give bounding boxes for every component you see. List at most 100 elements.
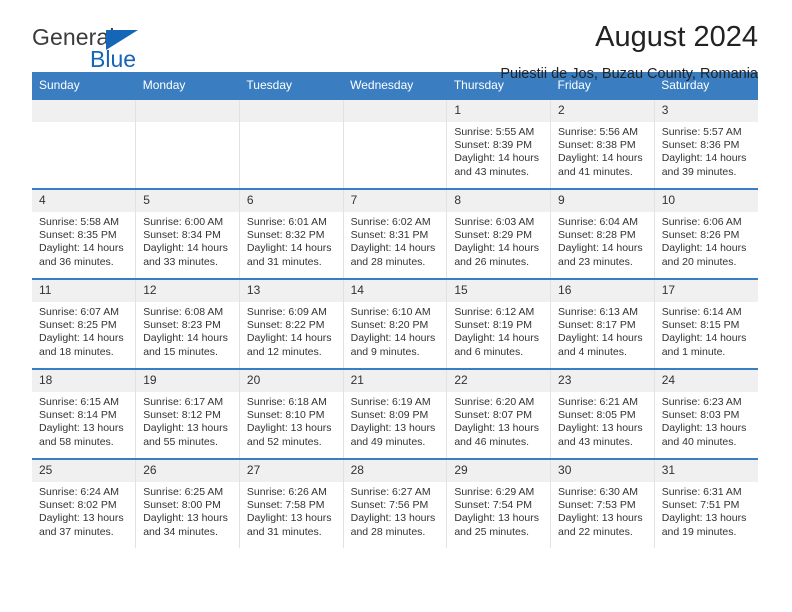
calendar-day-cell[interactable]: 7 Sunrise: 6:02 AM Sunset: 8:31 PM Daylight… bbox=[343, 188, 448, 279]
daylight-text-line1: Daylight: 14 hours bbox=[39, 242, 124, 255]
daylight-text-line1: Daylight: 13 hours bbox=[661, 422, 747, 435]
day-cell-content: 11 Sunrise: 6:07 AM Sunset: 8:25 PM Dayligh… bbox=[32, 280, 136, 368]
daylight-text-line2: and 9 minutes. bbox=[350, 345, 420, 358]
calendar-day-cell[interactable] bbox=[343, 98, 448, 189]
daylight-text-line1: Daylight: 14 hours bbox=[454, 242, 539, 255]
calendar-day-cell[interactable]: 2 Sunrise: 5:56 AM Sunset: 8:38 PM Daylight… bbox=[550, 98, 655, 189]
day-details: Sunrise: 6:23 AM Sunset: 8:03 PM Daylight:… bbox=[655, 392, 758, 449]
day-number: 29 bbox=[447, 460, 551, 482]
day-number: 10 bbox=[654, 190, 758, 212]
calendar-day-cell[interactable]: 11 Sunrise: 6:07 AM Sunset: 8:25 PM Dayligh… bbox=[32, 278, 137, 369]
calendar-day-cell[interactable]: 25 Sunrise: 6:24 AM Sunset: 8:02 PM Dayligh… bbox=[32, 458, 137, 548]
day-number: 6 bbox=[239, 190, 343, 212]
daylight-text-line2: and 49 minutes. bbox=[350, 435, 426, 448]
sunrise-text: Sunrise: 6:27 AM bbox=[350, 486, 431, 498]
daylight-text-line2: and 4 minutes. bbox=[558, 345, 627, 358]
daylight-text-line1: Daylight: 14 hours bbox=[143, 242, 228, 255]
sunrise-text: Sunrise: 6:31 AM bbox=[661, 486, 742, 498]
page-subtitle: Puiestii de Jos, Buzau County, Romania bbox=[500, 66, 758, 82]
calendar-day-cell[interactable]: 28 Sunrise: 6:27 AM Sunset: 7:56 PM Dayligh… bbox=[343, 458, 448, 548]
daylight-text-line2: and 28 minutes. bbox=[350, 525, 426, 538]
calendar-day-cell[interactable]: 5 Sunrise: 6:00 AM Sunset: 8:34 PM Daylight… bbox=[135, 188, 240, 279]
sunrise-text: Sunrise: 6:24 AM bbox=[39, 486, 119, 498]
daylight-text-line1: Daylight: 13 hours bbox=[661, 512, 747, 525]
calendar-day-cell[interactable]: 20 Sunrise: 6:18 AM Sunset: 8:10 PM Dayligh… bbox=[239, 368, 344, 459]
calendar-day-cell[interactable]: 13 Sunrise: 6:09 AM Sunset: 8:22 PM Dayligh… bbox=[239, 278, 344, 369]
daylight-text-line1: Daylight: 14 hours bbox=[350, 332, 436, 345]
calendar-day-cell[interactable]: 21 Sunrise: 6:19 AM Sunset: 8:09 PM Dayligh… bbox=[343, 368, 448, 459]
sunrise-text: Sunrise: 6:25 AM bbox=[143, 486, 224, 498]
calendar-day-cell[interactable] bbox=[135, 98, 240, 189]
daylight-text-line1: Daylight: 14 hours bbox=[143, 332, 228, 345]
daylight-text-line1: Daylight: 14 hours bbox=[246, 332, 332, 345]
calendar-day-cell[interactable]: 9 Sunrise: 6:04 AM Sunset: 8:28 PM Daylight… bbox=[550, 188, 655, 279]
calendar-day-cell[interactable]: 6 Sunrise: 6:01 AM Sunset: 8:32 PM Daylight… bbox=[239, 188, 344, 279]
calendar-week-row: 4 Sunrise: 5:58 AM Sunset: 8:35 PM Daylight… bbox=[32, 188, 758, 279]
sunset-text: Sunset: 8:31 PM bbox=[350, 229, 429, 242]
title-block: August 2024 Puiestii de Jos, Buzau Count… bbox=[500, 20, 758, 84]
calendar-day-cell[interactable]: 18 Sunrise: 6:15 AM Sunset: 8:14 PM Dayligh… bbox=[32, 368, 137, 459]
calendar-week-row: 18 Sunrise: 6:15 AM Sunset: 8:14 PM Dayligh… bbox=[32, 368, 758, 459]
brand-logo[interactable]: General Blue bbox=[32, 26, 172, 78]
sunset-text: Sunset: 8:38 PM bbox=[558, 139, 636, 152]
sunrise-text: Sunrise: 6:19 AM bbox=[350, 396, 431, 408]
daylight-text-line1: Daylight: 14 hours bbox=[661, 152, 747, 165]
calendar-day-cell[interactable]: 23 Sunrise: 6:21 AM Sunset: 8:05 PM Dayligh… bbox=[550, 368, 655, 459]
calendar-day-cell[interactable]: 8 Sunrise: 6:03 AM Sunset: 8:29 PM Daylight… bbox=[446, 188, 552, 279]
day-cell-content: 9 Sunrise: 6:04 AM Sunset: 8:28 PM Daylight… bbox=[551, 190, 654, 278]
calendar-day-cell[interactable]: 16 Sunrise: 6:13 AM Sunset: 8:17 PM Dayligh… bbox=[550, 278, 655, 369]
sunset-text: Sunset: 8:28 PM bbox=[558, 229, 636, 242]
calendar-day-cell[interactable]: 26 Sunrise: 6:25 AM Sunset: 8:00 PM Dayligh… bbox=[135, 458, 240, 548]
calendar-day-cell[interactable] bbox=[32, 98, 137, 189]
daylight-text-line2: and 40 minutes. bbox=[661, 435, 737, 448]
daylight-text-line2: and 43 minutes. bbox=[558, 435, 633, 448]
calendar-day-cell[interactable]: 14 Sunrise: 6:10 AM Sunset: 8:20 PM Dayligh… bbox=[343, 278, 448, 369]
sunset-text: Sunset: 8:03 PM bbox=[661, 409, 740, 422]
day-cell-content bbox=[136, 100, 239, 188]
calendar-day-cell[interactable]: 19 Sunrise: 6:17 AM Sunset: 8:12 PM Dayligh… bbox=[135, 368, 240, 459]
day-details: Sunrise: 6:15 AM Sunset: 8:14 PM Daylight:… bbox=[32, 392, 135, 449]
sunrise-text: Sunrise: 6:18 AM bbox=[246, 396, 327, 408]
sunrise-text: Sunrise: 6:02 AM bbox=[350, 216, 431, 228]
day-details: Sunrise: 6:19 AM Sunset: 8:09 PM Daylight:… bbox=[344, 392, 447, 449]
daylight-text-line1: Daylight: 13 hours bbox=[454, 512, 539, 525]
day-cell-content: 7 Sunrise: 6:02 AM Sunset: 8:31 PM Daylight… bbox=[343, 190, 447, 278]
calendar-day-cell[interactable] bbox=[239, 98, 344, 189]
sunrise-text: Sunrise: 6:00 AM bbox=[143, 216, 224, 228]
calendar-day-cell[interactable]: 29 Sunrise: 6:29 AM Sunset: 7:54 PM Dayligh… bbox=[446, 458, 552, 548]
daylight-text-line2: and 34 minutes. bbox=[143, 525, 218, 538]
day-cell-content: 22 Sunrise: 6:20 AM Sunset: 8:07 PM Dayligh… bbox=[447, 370, 551, 458]
day-number: 5 bbox=[136, 190, 239, 212]
day-details: Sunrise: 6:27 AM Sunset: 7:56 PM Daylight:… bbox=[344, 482, 447, 539]
day-details: Sunrise: 6:17 AM Sunset: 8:12 PM Daylight:… bbox=[136, 392, 239, 449]
calendar-day-cell[interactable]: 12 Sunrise: 6:08 AM Sunset: 8:23 PM Dayligh… bbox=[135, 278, 240, 369]
calendar-day-cell[interactable]: 22 Sunrise: 6:20 AM Sunset: 8:07 PM Dayligh… bbox=[446, 368, 552, 459]
calendar-day-cell[interactable]: 1 Sunrise: 5:55 AM Sunset: 8:39 PM Daylight… bbox=[446, 98, 552, 189]
daylight-text-line2: and 18 minutes. bbox=[39, 345, 114, 358]
day-cell-content: 5 Sunrise: 6:00 AM Sunset: 8:34 PM Daylight… bbox=[136, 190, 239, 278]
calendar-day-cell[interactable]: 15 Sunrise: 6:12 AM Sunset: 8:19 PM Dayligh… bbox=[446, 278, 552, 369]
day-cell-content: 10 Sunrise: 6:06 AM Sunset: 8:26 PM Dayligh… bbox=[654, 190, 758, 278]
calendar-day-cell[interactable]: 24 Sunrise: 6:23 AM Sunset: 8:03 PM Dayligh… bbox=[654, 368, 758, 459]
daylight-text-line2: and 20 minutes. bbox=[661, 255, 737, 268]
calendar-table: Sunday Monday Tuesday Wednesday Thursday… bbox=[32, 72, 758, 548]
sunrise-text: Sunrise: 6:26 AM bbox=[246, 486, 327, 498]
day-number: 24 bbox=[654, 370, 758, 392]
calendar-day-cell[interactable]: 30 Sunrise: 6:30 AM Sunset: 7:53 PM Dayligh… bbox=[550, 458, 655, 548]
daylight-text-line1: Daylight: 13 hours bbox=[454, 422, 539, 435]
sunrise-text: Sunrise: 6:17 AM bbox=[143, 396, 224, 408]
sunset-text: Sunset: 8:34 PM bbox=[143, 229, 221, 242]
calendar-day-cell[interactable]: 10 Sunrise: 6:06 AM Sunset: 8:26 PM Dayligh… bbox=[654, 188, 758, 279]
sunset-text: Sunset: 8:36 PM bbox=[661, 139, 740, 152]
day-number: 7 bbox=[343, 190, 447, 212]
calendar-day-cell[interactable]: 27 Sunrise: 6:26 AM Sunset: 7:58 PM Dayligh… bbox=[239, 458, 344, 548]
sunrise-text: Sunrise: 6:15 AM bbox=[39, 396, 119, 408]
calendar-day-cell[interactable]: 17 Sunrise: 6:14 AM Sunset: 8:15 PM Dayligh… bbox=[654, 278, 758, 369]
calendar-day-cell[interactable]: 4 Sunrise: 5:58 AM Sunset: 8:35 PM Daylight… bbox=[32, 188, 137, 279]
day-cell-content: 4 Sunrise: 5:58 AM Sunset: 8:35 PM Daylight… bbox=[32, 190, 136, 278]
calendar-day-cell[interactable]: 31 Sunrise: 6:31 AM Sunset: 7:51 PM Dayligh… bbox=[654, 458, 758, 548]
calendar-page: General Blue August 2024 Puiestii de Jos… bbox=[0, 0, 792, 612]
daylight-text-line2: and 36 minutes. bbox=[39, 255, 114, 268]
calendar-day-cell[interactable]: 3 Sunrise: 5:57 AM Sunset: 8:36 PM Daylight… bbox=[654, 98, 758, 189]
sunrise-text: Sunrise: 5:57 AM bbox=[661, 126, 742, 138]
